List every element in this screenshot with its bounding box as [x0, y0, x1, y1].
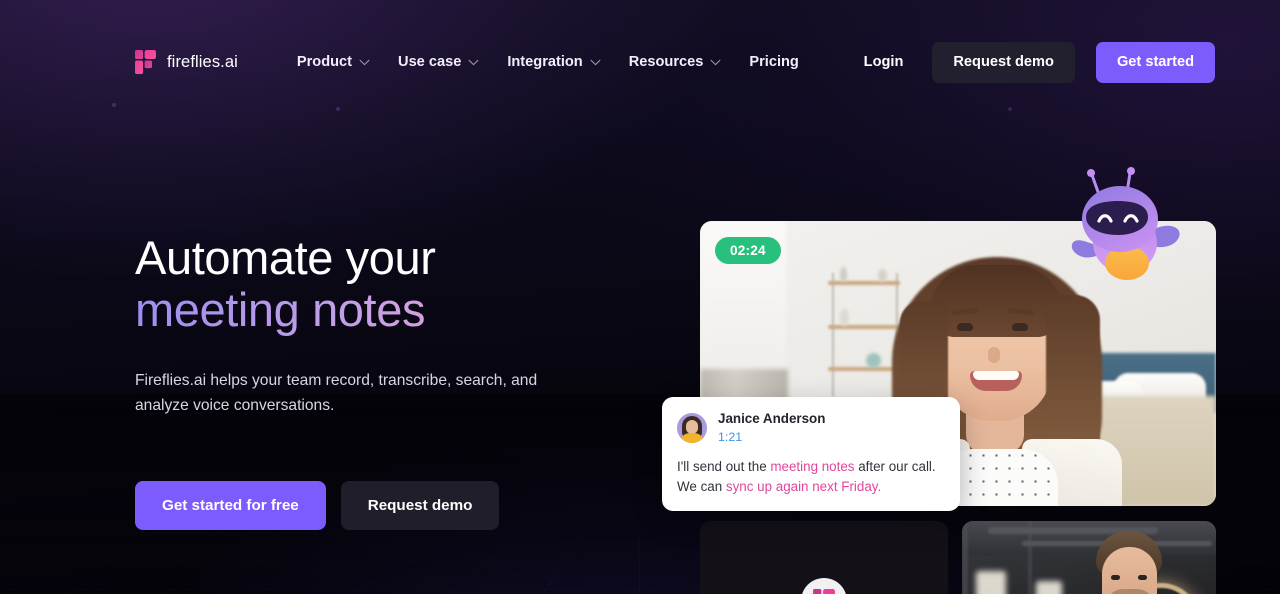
hero-media: 02:24 Janice Anderson 1:21 I'll send out…	[662, 167, 1216, 511]
chevron-down-icon	[359, 59, 370, 65]
hero-content: Automate your meeting notes Fireflies.ai…	[135, 232, 695, 530]
transcript-line-2: We can sync up again next Friday.	[677, 477, 945, 497]
nav-item-integration[interactable]: Integration	[493, 46, 614, 78]
transcript-timestamp[interactable]: 1:21	[718, 429, 825, 445]
video-timestamp-badge: 02:24	[715, 237, 781, 264]
transcript-link-meeting-notes[interactable]: meeting notes	[770, 459, 854, 474]
hero-request-demo-button[interactable]: Request demo	[340, 481, 500, 530]
transcript-link-sync-up[interactable]: sync up again next Friday.	[726, 479, 881, 494]
hero-cta-row: Get started for free Request demo	[135, 481, 695, 530]
nav-item-label: Product	[296, 54, 353, 70]
video-preview-logo-card[interactable]	[700, 521, 948, 594]
transcript-line-1: I'll send out the meeting notes after ou…	[677, 457, 945, 477]
nav-item-label: Pricing	[749, 54, 799, 70]
nav-item-label: Use case	[398, 54, 462, 70]
transcript-header: Janice Anderson 1:21	[677, 411, 945, 445]
nav-item-label: Integration	[507, 54, 583, 70]
nav-item-product[interactable]: Product	[283, 46, 384, 78]
brand-logo[interactable]: fireflies.ai	[135, 50, 238, 74]
speaker-name: Janice Anderson	[718, 411, 826, 426]
request-demo-button[interactable]: Request demo	[932, 41, 1075, 83]
nav-item-label: Resources	[628, 54, 704, 70]
main-navigation: fireflies.ai Product Use case Integratio…	[0, 0, 1280, 124]
get-started-for-free-button[interactable]: Get started for free	[135, 481, 326, 530]
video-preview-participant-card[interactable]	[962, 521, 1216, 594]
nav-item-pricing[interactable]: Pricing	[735, 46, 812, 78]
chevron-down-icon	[468, 59, 479, 65]
fireflies-logo-circle-icon	[801, 578, 847, 594]
transcript-card[interactable]: Janice Anderson 1:21 I'll send out the m…	[662, 397, 960, 511]
nav-item-use-case[interactable]: Use case	[384, 46, 493, 78]
fireflies-logo-icon	[135, 50, 156, 74]
landing-page: fireflies.ai Product Use case Integratio…	[0, 0, 1280, 594]
chevron-down-icon	[590, 59, 601, 65]
hero-heading-line1: Automate your	[135, 231, 436, 284]
participant-frame-image	[962, 521, 1216, 594]
get-started-button[interactable]: Get started	[1095, 41, 1215, 83]
nav-item-resources[interactable]: Resources	[615, 46, 736, 78]
hero-heading-line2: meeting notes	[135, 284, 695, 336]
brand-name: fireflies.ai	[167, 52, 238, 71]
login-link[interactable]: Login	[848, 44, 920, 80]
chevron-down-icon	[710, 59, 721, 65]
page-title: Automate your meeting notes	[135, 232, 695, 336]
nav-links: Product Use case Integration Resources P…	[283, 46, 813, 78]
nav-actions: Login Request demo Get started	[848, 41, 1215, 83]
robot-mascot-icon	[1068, 163, 1186, 285]
transcript-line1-post: after our call.	[854, 459, 936, 474]
hero-subtitle: Fireflies.ai helps your team record, tra…	[135, 372, 538, 414]
transcript-body: I'll send out the meeting notes after ou…	[677, 457, 945, 496]
